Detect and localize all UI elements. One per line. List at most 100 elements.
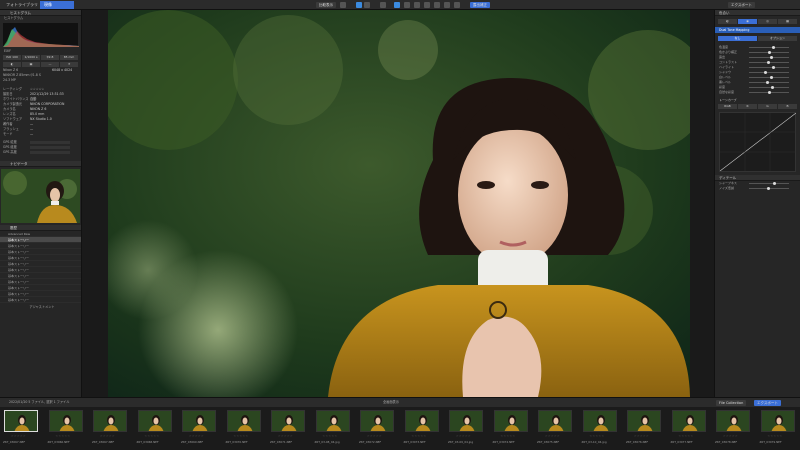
- slider-knob[interactable]: [769, 56, 773, 59]
- fullscreen-label[interactable]: 全画面表示: [380, 400, 399, 405]
- filmstrip-thumbnail[interactable]: [538, 410, 572, 432]
- retouch-icon[interactable]: [424, 2, 430, 8]
- straighten-icon[interactable]: [414, 2, 420, 8]
- split-view-icon[interactable]: [364, 2, 370, 8]
- filmstrip-filename: Z6T_03079.NEF: [759, 440, 782, 444]
- slider-knob[interactable]: [771, 66, 775, 69]
- option-more-button[interactable]: オプション: [758, 36, 797, 41]
- rating-stars[interactable]: ☆☆☆☆☆: [723, 434, 738, 438]
- export-button[interactable]: エクスポート: [754, 400, 781, 406]
- filmstrip-thumbnail[interactable]: [315, 410, 350, 432]
- slider-track[interactable]: [749, 71, 789, 74]
- gps-field[interactable]: [30, 146, 70, 149]
- slider-track[interactable]: [749, 81, 789, 84]
- rating-stars[interactable]: ☆☆☆☆☆: [323, 434, 338, 438]
- history-item[interactable]: 基本ストーリー: [0, 297, 81, 303]
- rating-stars[interactable]: ☆☆☆☆☆: [456, 434, 471, 438]
- filmstrip-thumbnail[interactable]: [182, 410, 216, 432]
- rating-stars[interactable]: ☆☆☆☆☆: [278, 434, 293, 438]
- filmstrip-thumbnail[interactable]: [93, 410, 127, 432]
- slider-track[interactable]: [749, 76, 789, 79]
- rotate-icon[interactable]: [404, 2, 410, 8]
- navigator-thumbnail[interactable]: [1, 169, 80, 223]
- tab-develop[interactable]: 現像: [40, 1, 74, 9]
- grid-view-icon[interactable]: [380, 2, 386, 8]
- before-after-button[interactable]: 露出補正: [470, 2, 490, 8]
- crop-icon[interactable]: [394, 2, 400, 8]
- channel-b[interactable]: B: [778, 104, 797, 109]
- filmstrip-thumbnail[interactable]: [716, 410, 750, 432]
- filmstrip-thumbnail[interactable]: [493, 410, 528, 432]
- rating-stars[interactable]: ☆☆☆☆☆: [634, 434, 649, 438]
- detail-tool-icon[interactable]: ▦: [778, 19, 797, 24]
- rating-stars[interactable]: ☆☆☆☆☆: [145, 434, 160, 438]
- slider-track[interactable]: [749, 66, 789, 69]
- slider-knob[interactable]: [767, 91, 771, 94]
- filmstrip-thumbnail[interactable]: [271, 410, 305, 432]
- tab-photo-library[interactable]: フォトライブラリ: [2, 1, 42, 9]
- filmstrip-thumbnail[interactable]: [449, 410, 483, 432]
- slider-knob[interactable]: [770, 86, 774, 89]
- rating-stars[interactable]: ☆☆☆☆☆: [590, 434, 605, 438]
- filmstrip-thumbnail[interactable]: [4, 410, 38, 432]
- adjust-slider-row[interactable]: 自然な彩度: [715, 90, 800, 95]
- rating-stars[interactable]: ☆☆☆☆☆: [679, 434, 694, 438]
- rating-stars[interactable]: ☆☆☆☆☆: [11, 434, 26, 438]
- slider-knob[interactable]: [769, 76, 773, 79]
- slider-track[interactable]: [749, 56, 789, 59]
- metadata-row: モード —: [3, 132, 34, 136]
- rating-stars[interactable]: ☆☆☆☆☆: [412, 434, 427, 438]
- channel-g[interactable]: G: [758, 104, 777, 109]
- tone-tool-icon[interactable]: ◉: [738, 19, 757, 24]
- rating-stars[interactable]: ☆☆☆☆☆: [501, 434, 516, 438]
- rating-stars[interactable]: ☆☆☆☆☆: [545, 434, 560, 438]
- slider-track[interactable]: [749, 46, 789, 49]
- channel-rgb[interactable]: RGB: [718, 104, 737, 109]
- slider-knob[interactable]: [764, 71, 768, 74]
- export-top-button[interactable]: エクスポート: [728, 2, 755, 8]
- slider-track[interactable]: [749, 91, 789, 94]
- eye-icon[interactable]: [454, 2, 460, 8]
- navigator-panel-header[interactable]: ナビゲータ: [0, 161, 81, 167]
- slider-track[interactable]: [749, 86, 789, 89]
- color-tool-icon[interactable]: ◎: [758, 19, 777, 24]
- slider-knob[interactable]: [765, 81, 769, 84]
- wb-tool-icon[interactable]: ◐: [718, 19, 737, 24]
- rating-stars[interactable]: ☆☆☆☆☆: [56, 434, 71, 438]
- slider-knob[interactable]: [766, 61, 770, 64]
- file-collection-button[interactable]: File Collection: [716, 400, 747, 406]
- image-viewer[interactable]: [108, 10, 690, 397]
- mask-icon[interactable]: [434, 2, 440, 8]
- grid-icon[interactable]: [340, 2, 346, 8]
- filmstrip-thumbnail[interactable]: [627, 410, 661, 432]
- filmstrip-thumbnail[interactable]: [226, 410, 261, 432]
- option-none-button[interactable]: なし: [718, 36, 757, 41]
- rating-stars[interactable]: ☆☆☆☆☆: [189, 434, 204, 438]
- histogram-chart: [3, 23, 79, 47]
- filmstrip-thumbnail[interactable]: [671, 410, 706, 432]
- slider-track[interactable]: [749, 61, 789, 64]
- rating-stars[interactable]: ☆☆☆☆☆: [100, 434, 115, 438]
- slider-knob[interactable]: [772, 46, 776, 49]
- filmstrip-thumbnail[interactable]: [582, 410, 617, 432]
- filmstrip-thumbnail[interactable]: [360, 410, 394, 432]
- preset-band[interactable]: Dual Tone Mapping: [715, 27, 800, 33]
- redeye-icon[interactable]: [444, 2, 450, 8]
- filmstrip-thumbnail[interactable]: [48, 410, 83, 432]
- slider-track[interactable]: [749, 51, 789, 54]
- rating-stars[interactable]: ☆☆☆☆☆: [234, 434, 249, 438]
- channel-r[interactable]: R: [738, 104, 757, 109]
- filmstrip-thumbnail[interactable]: [760, 410, 795, 432]
- filmstrip-thumbnail[interactable]: [137, 410, 172, 432]
- gps-field[interactable]: [30, 141, 70, 144]
- rating-stars[interactable]: ☆☆☆☆☆: [367, 434, 382, 438]
- gps-field[interactable]: [30, 151, 70, 154]
- tone-curve-editor[interactable]: [719, 112, 797, 172]
- single-view-icon[interactable]: [356, 2, 362, 8]
- rating-stars[interactable]: ☆☆☆☆☆: [768, 434, 783, 438]
- right-section-header[interactable]: 色合い: [715, 10, 800, 16]
- adjustment-label[interactable]: アジャストメント: [0, 305, 81, 310]
- filmstrip-thumbnail[interactable]: [404, 410, 439, 432]
- slider-knob[interactable]: [767, 51, 771, 54]
- compare-view-button[interactable]: 比較表示: [316, 2, 336, 8]
